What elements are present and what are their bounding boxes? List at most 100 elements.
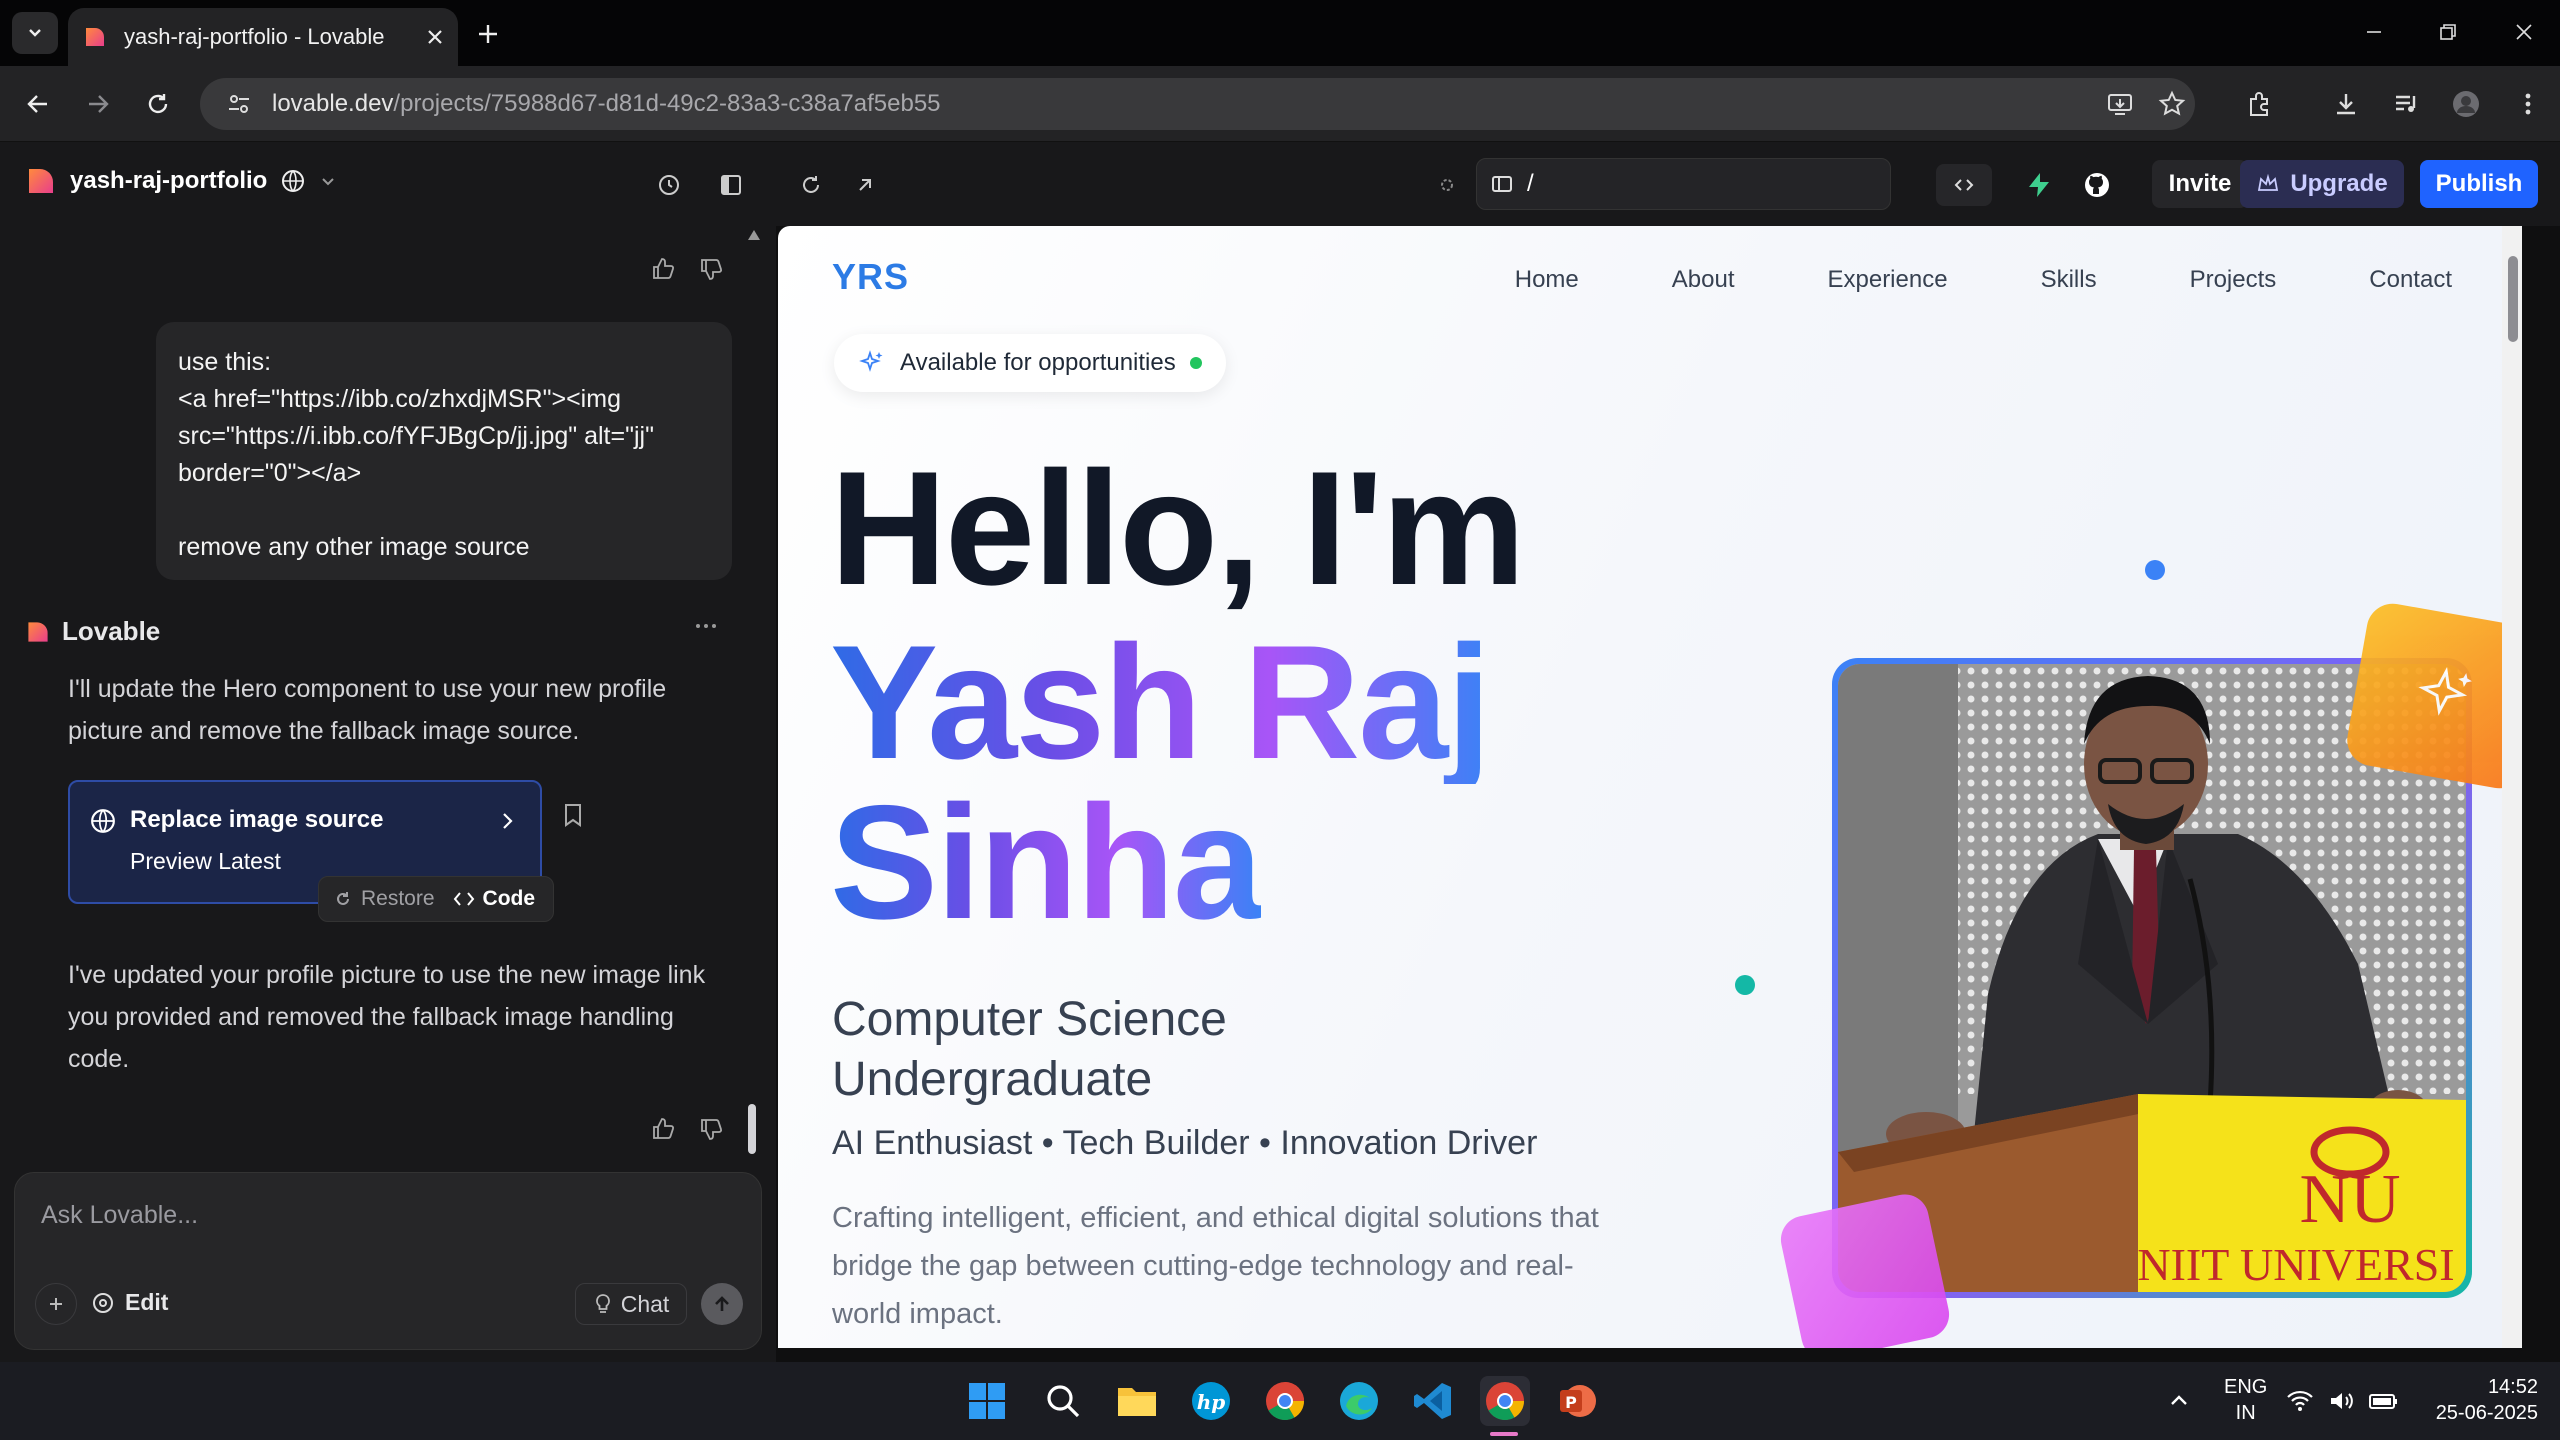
sidebar-icon (721, 175, 741, 195)
thumbs-down-icon[interactable] (698, 1116, 724, 1142)
hero-description: Crafting intelligent, efficient, and eth… (832, 1202, 1599, 1330)
star-icon (2158, 90, 2186, 116)
plus-icon (479, 25, 497, 43)
message-options-button[interactable] (694, 622, 718, 630)
install-icon (2108, 94, 2132, 115)
taskbar-file-explorer[interactable] (1112, 1376, 1162, 1426)
thumbs-up-icon[interactable] (650, 256, 676, 282)
forward-button[interactable] (78, 84, 118, 124)
taskbar-powerpoint[interactable]: P (1552, 1376, 1602, 1426)
new-tab-button[interactable] (470, 16, 506, 52)
chat-input[interactable]: Ask Lovable... (41, 1201, 198, 1230)
lightbulb-icon (595, 1294, 610, 1313)
clock[interactable]: 14:52 25-06-2025 (2420, 1374, 2538, 1426)
media-controls-button[interactable] (2386, 84, 2426, 124)
taskbar-hp-app[interactable]: hp (1186, 1376, 1236, 1426)
taskbar-edge[interactable] (1334, 1376, 1384, 1426)
site-brand-logo[interactable]: YRS (832, 256, 909, 298)
code-view-button[interactable] (1936, 164, 1992, 206)
reload-icon (148, 94, 168, 114)
taskbar-chrome-active[interactable] (1480, 1376, 1530, 1426)
back-button[interactable] (18, 84, 58, 124)
invite-button[interactable]: Invite (2152, 160, 2248, 208)
assistant-header: Lovable (26, 616, 160, 647)
feedback-top (650, 256, 724, 282)
assistant-name: Lovable (62, 616, 161, 646)
thumbs-up-icon[interactable] (650, 1116, 676, 1142)
nav-link-skills[interactable]: Skills (2041, 266, 2097, 294)
nav-link-home[interactable]: Home (1515, 266, 1579, 294)
tab-title: yash-raj-portfolio - Lovable (124, 24, 385, 49)
bookmark-star-button[interactable] (2152, 84, 2192, 124)
minimize-button[interactable] (2354, 14, 2394, 50)
change-card-subtitle[interactable]: Preview Latest (130, 848, 281, 875)
github-button[interactable] (2076, 164, 2118, 206)
open-in-new-tab-button[interactable] (844, 164, 886, 206)
project-switcher[interactable]: yash-raj-portfolio (26, 166, 337, 196)
code-label: Code (482, 887, 536, 910)
scroll-up-arrow[interactable] (748, 230, 760, 244)
preview-scrollbar[interactable] (2502, 226, 2522, 1348)
attach-button[interactable] (35, 1283, 77, 1325)
wifi-icon (2287, 1390, 2313, 1411)
feedback-bottom (650, 1116, 724, 1142)
hero-name-line1: Yash Raj (830, 612, 1491, 793)
thumbs-down-icon[interactable] (698, 256, 724, 282)
route-input[interactable]: / (1476, 158, 1891, 210)
nav-link-contact[interactable]: Contact (2369, 266, 2452, 294)
supabase-button[interactable] (2018, 164, 2060, 206)
decor-dot-blue (2145, 560, 2165, 580)
browser-tab[interactable]: yash-raj-portfolio - Lovable (68, 8, 458, 66)
decor-dot-teal (1735, 975, 1755, 995)
taskbar-chrome[interactable] (1260, 1376, 1310, 1426)
extensions-button[interactable] (2240, 84, 2280, 124)
restore-button[interactable]: Restore (333, 887, 435, 911)
lovable-logo-icon (28, 621, 48, 642)
upgrade-button[interactable]: Upgrade (2240, 160, 2404, 208)
history-button[interactable] (648, 164, 690, 206)
refresh-preview-button[interactable] (790, 164, 832, 206)
theme-toggle-button[interactable] (1426, 164, 1468, 206)
search-icon (1047, 1385, 1080, 1418)
code-icon (1954, 179, 1974, 191)
bookmark-button[interactable] (562, 802, 584, 828)
chevron-right-icon (503, 813, 513, 829)
start-button[interactable] (962, 1376, 1012, 1426)
address-bar[interactable]: lovable.dev/projects/75988d67-d81d-49c2-… (200, 78, 2195, 130)
chat-scrollbar-thumb[interactable] (748, 1104, 756, 1154)
profile-avatar-button[interactable] (2446, 84, 2486, 124)
lovable-logo-icon (29, 169, 53, 193)
browser-menu-button[interactable] (2508, 84, 2548, 124)
taskbar-search-button[interactable] (1038, 1376, 1088, 1426)
close-icon[interactable] (426, 28, 444, 46)
site-preview: YRS Home About Experience Skills Project… (778, 226, 2522, 1348)
taskbar-vscode[interactable] (1408, 1376, 1458, 1426)
preview-scrollbar-thumb[interactable] (2508, 256, 2518, 342)
edge-icon (1340, 1382, 1378, 1420)
publish-button[interactable]: Publish (2420, 160, 2538, 208)
nav-link-about[interactable]: About (1672, 266, 1735, 294)
code-button[interactable]: Code (453, 887, 536, 911)
install-app-button[interactable] (2100, 84, 2140, 124)
restore-window-button[interactable] (2428, 14, 2468, 50)
close-window-button[interactable] (2504, 14, 2544, 50)
url-text[interactable]: lovable.dev/projects/75988d67-d81d-49c2-… (272, 90, 941, 118)
language-region: IN (2235, 1402, 2256, 1424)
chat-mode-button[interactable]: Chat (575, 1283, 687, 1325)
site-settings-icon[interactable] (226, 91, 252, 117)
send-button[interactable] (701, 1283, 743, 1325)
nav-link-experience[interactable]: Experience (1827, 266, 1947, 294)
system-tray-status[interactable] (2282, 1376, 2402, 1426)
language-indicator[interactable]: ENG IN (2224, 1374, 2267, 1426)
tab-search-button[interactable] (12, 12, 58, 54)
reload-button[interactable] (138, 84, 178, 124)
restore-window-icon (2440, 24, 2456, 40)
reload-icon (803, 176, 819, 193)
nav-link-projects[interactable]: Projects (2190, 266, 2277, 294)
tray-overflow-button[interactable] (2154, 1376, 2204, 1426)
sparkle-badge (2343, 599, 2522, 793)
edit-mode-button[interactable]: Edit (91, 1289, 168, 1316)
chevron-up-icon (2171, 1395, 2187, 1405)
downloads-button[interactable] (2326, 84, 2366, 124)
toggle-sidebar-button[interactable] (710, 164, 752, 206)
